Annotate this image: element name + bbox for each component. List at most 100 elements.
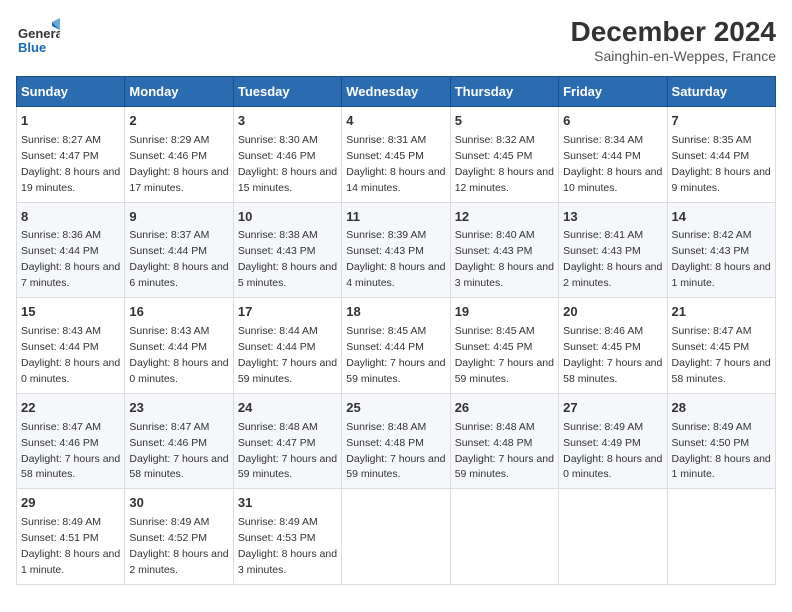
day-number: 31 <box>238 494 337 513</box>
calendar-cell <box>559 489 667 585</box>
day-number: 30 <box>129 494 228 513</box>
day-number: 9 <box>129 208 228 227</box>
calendar-header-row: Sunday Monday Tuesday Wednesday Thursday… <box>17 77 776 107</box>
day-number: 13 <box>563 208 662 227</box>
cell-details: Sunrise: 8:31 AMSunset: 4:45 PMDaylight:… <box>346 134 445 194</box>
calendar-cell: 3 Sunrise: 8:30 AMSunset: 4:46 PMDaylight… <box>233 107 341 203</box>
cell-details: Sunrise: 8:49 AMSunset: 4:51 PMDaylight:… <box>21 516 120 576</box>
cell-details: Sunrise: 8:41 AMSunset: 4:43 PMDaylight:… <box>563 229 662 289</box>
day-number: 3 <box>238 112 337 131</box>
calendar-cell: 30 Sunrise: 8:49 AMSunset: 4:52 PMDayligh… <box>125 489 233 585</box>
logo: General Blue <box>16 16 60 60</box>
cell-details: Sunrise: 8:49 AMSunset: 4:50 PMDaylight:… <box>672 421 771 481</box>
calendar-week-row: 1Sunrise: 8:27 AMSunset: 4:47 PMDaylight… <box>17 107 776 203</box>
day-number: 4 <box>346 112 445 131</box>
day-number: 16 <box>129 303 228 322</box>
logo-icon: General Blue <box>16 16 60 60</box>
calendar-cell: 9 Sunrise: 8:37 AMSunset: 4:44 PMDaylight… <box>125 202 233 298</box>
day-number: 26 <box>455 399 554 418</box>
calendar-week-row: 8 Sunrise: 8:36 AMSunset: 4:44 PMDaylight… <box>17 202 776 298</box>
svg-text:Blue: Blue <box>18 40 46 55</box>
calendar-cell: 26Sunrise: 8:48 AMSunset: 4:48 PMDayligh… <box>450 393 558 489</box>
day-number: 21 <box>672 303 771 322</box>
day-number: 23 <box>129 399 228 418</box>
day-number: 2 <box>129 112 228 131</box>
svg-text:General: General <box>18 26 60 41</box>
calendar-cell: 4 Sunrise: 8:31 AMSunset: 4:45 PMDaylight… <box>342 107 450 203</box>
calendar-cell: 12Sunrise: 8:40 AMSunset: 4:43 PMDayligh… <box>450 202 558 298</box>
calendar-cell: 23 Sunrise: 8:47 AMSunset: 4:46 PMDayligh… <box>125 393 233 489</box>
calendar-cell: 29 Sunrise: 8:49 AMSunset: 4:51 PMDayligh… <box>17 489 125 585</box>
calendar-cell: 24 Sunrise: 8:48 AMSunset: 4:47 PMDayligh… <box>233 393 341 489</box>
day-number: 11 <box>346 208 445 227</box>
calendar-cell: 16 Sunrise: 8:43 AMSunset: 4:44 PMDayligh… <box>125 298 233 394</box>
subtitle: Sainghin-en-Weppes, France <box>571 48 776 64</box>
calendar-cell: 25Sunrise: 8:48 AMSunset: 4:48 PMDayligh… <box>342 393 450 489</box>
day-number: 19 <box>455 303 554 322</box>
cell-details: Sunrise: 8:44 AMSunset: 4:44 PMDaylight:… <box>238 325 337 385</box>
calendar-cell <box>450 489 558 585</box>
cell-details: Sunrise: 8:36 AMSunset: 4:44 PMDaylight:… <box>21 229 120 289</box>
cell-details: Sunrise: 8:49 AMSunset: 4:52 PMDaylight:… <box>129 516 228 576</box>
calendar-cell <box>667 489 775 585</box>
col-friday: Friday <box>559 77 667 107</box>
cell-details: Sunrise: 8:46 AMSunset: 4:45 PMDaylight:… <box>563 325 662 385</box>
cell-details: Sunrise: 8:47 AMSunset: 4:46 PMDaylight:… <box>129 421 228 481</box>
day-number: 29 <box>21 494 120 513</box>
cell-details: Sunrise: 8:38 AMSunset: 4:43 PMDaylight:… <box>238 229 337 289</box>
cell-details: Sunrise: 8:43 AMSunset: 4:44 PMDaylight:… <box>129 325 228 385</box>
cell-details: Sunrise: 8:48 AMSunset: 4:47 PMDaylight:… <box>238 421 337 481</box>
day-number: 15 <box>21 303 120 322</box>
calendar-cell: 13 Sunrise: 8:41 AMSunset: 4:43 PMDayligh… <box>559 202 667 298</box>
cell-details: Sunrise: 8:49 AMSunset: 4:49 PMDaylight:… <box>563 421 662 481</box>
page-header: General Blue December 2024 Sainghin-en-W… <box>16 16 776 64</box>
day-number: 8 <box>21 208 120 227</box>
calendar-cell <box>342 489 450 585</box>
day-number: 5 <box>455 112 554 131</box>
calendar-cell: 22 Sunrise: 8:47 AMSunset: 4:46 PMDayligh… <box>17 393 125 489</box>
day-number: 27 <box>563 399 662 418</box>
cell-details: Sunrise: 8:37 AMSunset: 4:44 PMDaylight:… <box>129 229 228 289</box>
cell-details: Sunrise: 8:39 AMSunset: 4:43 PMDaylight:… <box>346 229 445 289</box>
calendar-cell: 31 Sunrise: 8:49 AMSunset: 4:53 PMDayligh… <box>233 489 341 585</box>
calendar-cell: 2 Sunrise: 8:29 AMSunset: 4:46 PMDaylight… <box>125 107 233 203</box>
cell-details: Sunrise: 8:34 AMSunset: 4:44 PMDaylight:… <box>563 134 662 194</box>
col-sunday: Sunday <box>17 77 125 107</box>
day-number: 12 <box>455 208 554 227</box>
calendar-cell: 7Sunrise: 8:35 AMSunset: 4:44 PMDaylight… <box>667 107 775 203</box>
calendar-cell: 27 Sunrise: 8:49 AMSunset: 4:49 PMDayligh… <box>559 393 667 489</box>
cell-details: Sunrise: 8:29 AMSunset: 4:46 PMDaylight:… <box>129 134 228 194</box>
day-number: 25 <box>346 399 445 418</box>
calendar-cell: 15 Sunrise: 8:43 AMSunset: 4:44 PMDayligh… <box>17 298 125 394</box>
cell-details: Sunrise: 8:49 AMSunset: 4:53 PMDaylight:… <box>238 516 337 576</box>
cell-details: Sunrise: 8:43 AMSunset: 4:44 PMDaylight:… <box>21 325 120 385</box>
day-number: 28 <box>672 399 771 418</box>
day-number: 14 <box>672 208 771 227</box>
col-tuesday: Tuesday <box>233 77 341 107</box>
col-saturday: Saturday <box>667 77 775 107</box>
cell-details: Sunrise: 8:27 AMSunset: 4:47 PMDaylight:… <box>21 134 120 194</box>
calendar-cell: 17 Sunrise: 8:44 AMSunset: 4:44 PMDayligh… <box>233 298 341 394</box>
col-wednesday: Wednesday <box>342 77 450 107</box>
calendar-week-row: 22 Sunrise: 8:47 AMSunset: 4:46 PMDayligh… <box>17 393 776 489</box>
calendar-cell: 5Sunrise: 8:32 AMSunset: 4:45 PMDaylight… <box>450 107 558 203</box>
day-number: 18 <box>346 303 445 322</box>
day-number: 17 <box>238 303 337 322</box>
cell-details: Sunrise: 8:45 AMSunset: 4:45 PMDaylight:… <box>455 325 554 385</box>
cell-details: Sunrise: 8:30 AMSunset: 4:46 PMDaylight:… <box>238 134 337 194</box>
day-number: 10 <box>238 208 337 227</box>
calendar-table: Sunday Monday Tuesday Wednesday Thursday… <box>16 76 776 585</box>
calendar-cell: 10 Sunrise: 8:38 AMSunset: 4:43 PMDayligh… <box>233 202 341 298</box>
calendar-cell: 8 Sunrise: 8:36 AMSunset: 4:44 PMDaylight… <box>17 202 125 298</box>
title-block: December 2024 Sainghin-en-Weppes, France <box>571 16 776 64</box>
cell-details: Sunrise: 8:47 AMSunset: 4:46 PMDaylight:… <box>21 421 120 481</box>
cell-details: Sunrise: 8:45 AMSunset: 4:44 PMDaylight:… <box>346 325 445 385</box>
calendar-cell: 19 Sunrise: 8:45 AMSunset: 4:45 PMDayligh… <box>450 298 558 394</box>
cell-details: Sunrise: 8:42 AMSunset: 4:43 PMDaylight:… <box>672 229 771 289</box>
calendar-cell: 21Sunrise: 8:47 AMSunset: 4:45 PMDayligh… <box>667 298 775 394</box>
day-number: 22 <box>21 399 120 418</box>
calendar-cell: 6Sunrise: 8:34 AMSunset: 4:44 PMDaylight… <box>559 107 667 203</box>
day-number: 7 <box>672 112 771 131</box>
col-monday: Monday <box>125 77 233 107</box>
day-number: 24 <box>238 399 337 418</box>
